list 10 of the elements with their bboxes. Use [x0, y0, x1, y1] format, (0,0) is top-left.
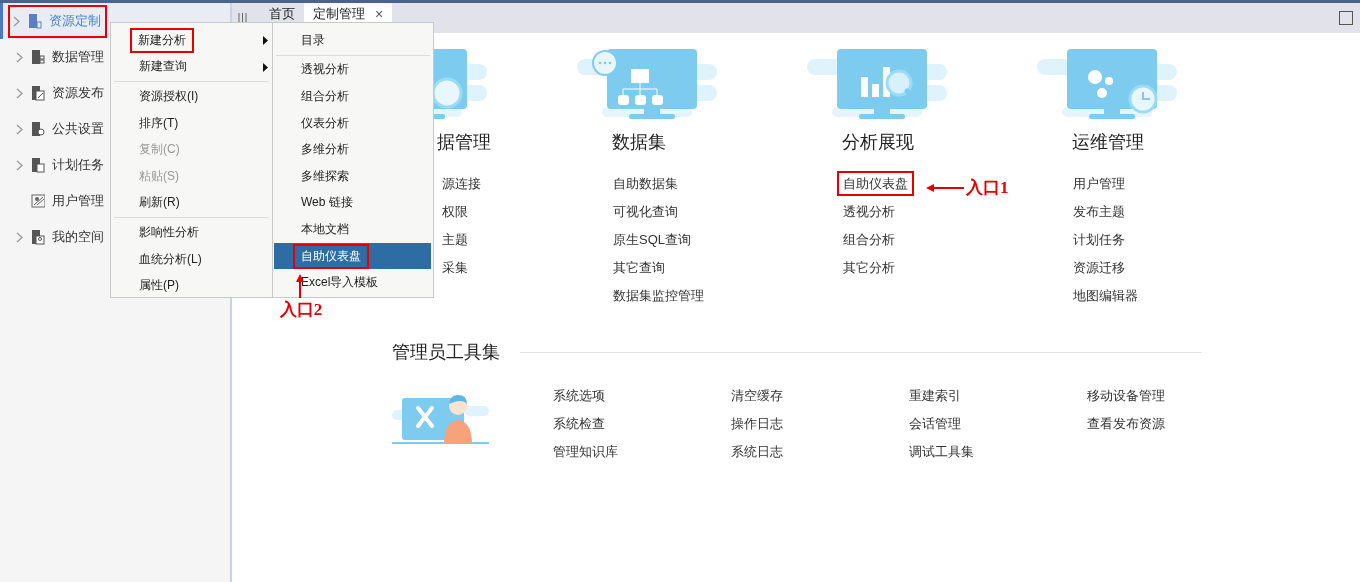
module-title: 运维管理	[1071, 131, 1145, 154]
annotation-box: 自助仪表盘	[293, 243, 369, 269]
module-title: 分析展现	[841, 131, 915, 154]
annotation-label: 入口1	[966, 177, 1009, 199]
module-title: 据管理	[436, 131, 492, 154]
section-title: 管理员工具集	[392, 341, 500, 364]
annotation-box: 资源定制	[8, 4, 107, 38]
annotation-box: 新建分析	[130, 27, 194, 53]
annotation-label: 入口2	[279, 299, 323, 321]
module-title: 数据集	[611, 131, 667, 154]
